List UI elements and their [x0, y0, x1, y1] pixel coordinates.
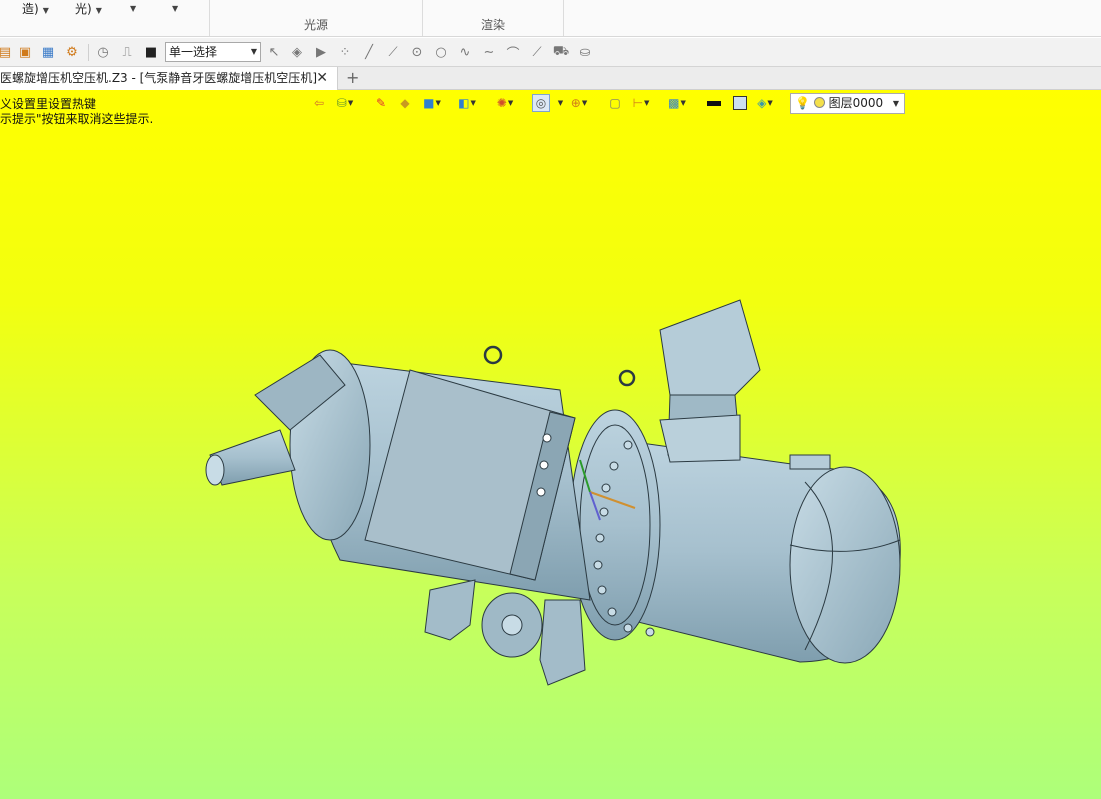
quick-toolbar: ▤ ▣ ▦ ⚙ ◷ ⎍ ■ 单一选择 ▼ ↖ ◈ ▶ ⁘ ╱ ⟋ ⊙ ○ ∿ ∼… [0, 38, 1101, 67]
ribbon-group-render-label: 渲染 [480, 18, 505, 32]
ribbon-group-render: 渲染 [423, 0, 564, 36]
add-tab-button[interactable]: + [346, 67, 359, 89]
selection-mode-value: 单一选择 [169, 45, 218, 59]
circle-icon[interactable]: ○ [433, 44, 449, 60]
ribbon-dropdown-1-label: 造) [22, 2, 39, 16]
open-icon[interactable]: ▣ [17, 44, 33, 60]
ribbon: 造) ▼ 光) ▼ ▼ ▼ 光源 渲染 [0, 0, 1101, 37]
chevron-down-icon: ▼ [42, 6, 49, 15]
line-icon[interactable]: ╱ [361, 44, 377, 60]
toolbar-separator [88, 44, 89, 61]
spline-icon[interactable]: ∼ [481, 44, 497, 60]
document-tab-label: 医螺旋增压机空压机.Z3 - [气泵静音牙医螺旋增压机空压机] [0, 71, 317, 85]
fill-icon[interactable]: ⛟ [553, 44, 569, 60]
document-tab[interactable]: 医螺旋增压机空压机.Z3 - [气泵静音牙医螺旋增压机空压机] ✕ [0, 67, 338, 90]
close-icon[interactable]: ✕ [316, 67, 328, 89]
selection-mode-select[interactable]: 单一选择 ▼ [165, 42, 261, 62]
pointer-icon[interactable]: ↖ [266, 44, 282, 60]
points-icon[interactable]: ⁘ [337, 44, 353, 60]
ribbon-group-light-label: 光源 [303, 18, 328, 32]
flange [569, 409, 661, 641]
trim-icon[interactable]: ⟋ [529, 44, 545, 60]
ribbon-dropdown-4[interactable]: ▼ [168, 0, 178, 14]
redo-icon[interactable]: ⎍ [119, 44, 135, 60]
chevron-down-icon: ▼ [250, 47, 257, 56]
arc-icon[interactable]: ⌒ [505, 44, 521, 62]
document-tabbar: 医螺旋增压机空压机.Z3 - [气泵静音牙医螺旋增压机空压机] ✕ + [0, 67, 1101, 90]
valve-block [659, 299, 761, 396]
3d-viewport[interactable]: 义设置里设置热键 示提示"按钮来取消这些提示. ⇦ ⛁ ▼ ✎ ◆ ■ ▼ ◧ ▼ ✺… [0, 90, 1101, 799]
ribbon-group-light: 光源 [210, 0, 423, 36]
tank-end-cap [789, 466, 901, 664]
ribbon-dropdown-3[interactable]: ▼ [126, 0, 136, 14]
stop-icon[interactable]: ■ [143, 44, 159, 60]
segment-icon[interactable]: ⟋ [385, 44, 401, 60]
ribbon-dropdown-2-label: 光) [75, 2, 92, 16]
circle-center-icon[interactable]: ⊙ [409, 44, 425, 60]
pick-icon[interactable]: ◈ [289, 44, 305, 60]
polyline-icon[interactable]: ∿ [457, 44, 473, 60]
ribbon-group-tools: 造) ▼ 光) ▼ ▼ ▼ [0, 0, 210, 36]
settings-icon[interactable]: ⚙ [64, 44, 80, 60]
new-file-icon[interactable]: ▤ [0, 44, 13, 60]
play-icon[interactable]: ▶ [313, 44, 329, 60]
ribbon-dropdown-1[interactable]: 造) ▼ [22, 0, 49, 17]
texture-icon[interactable]: ⛀ [577, 44, 593, 60]
ribbon-dropdown-2[interactable]: 光) ▼ [75, 0, 102, 17]
chevron-down-icon: ▼ [130, 4, 137, 13]
save-icon[interactable]: ▦ [40, 44, 56, 60]
chevron-down-icon: ▼ [95, 6, 102, 15]
chevron-down-icon: ▼ [172, 4, 179, 13]
compressor-model[interactable] [0, 90, 1101, 799]
history-icon[interactable]: ◷ [95, 44, 111, 60]
